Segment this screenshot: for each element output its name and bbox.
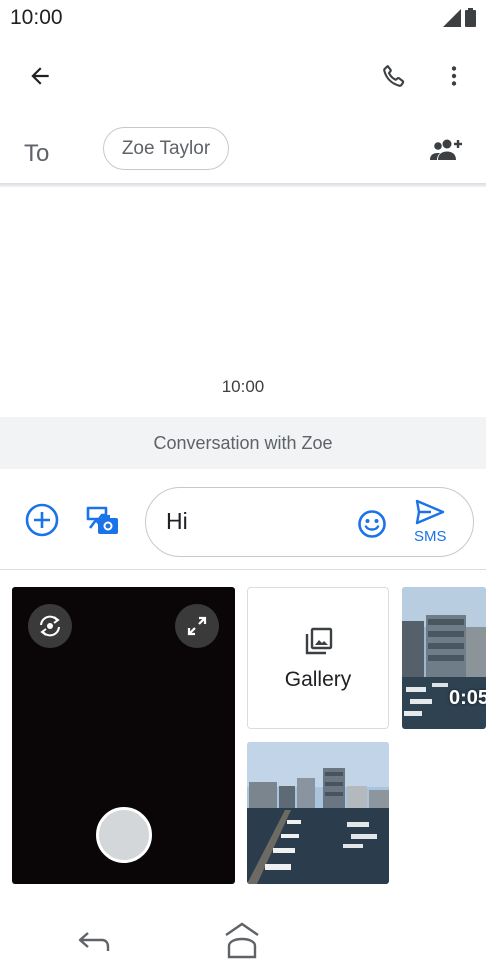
recipient-row: To Zoe Taylor [0, 118, 486, 184]
nav-back-icon [78, 932, 110, 951]
add-attachment-button[interactable] [20, 498, 64, 542]
switch-camera-icon [40, 615, 60, 637]
fullscreen-button[interactable] [175, 604, 219, 648]
shutter-button[interactable] [96, 807, 152, 863]
status-time: 10:00 [10, 6, 63, 29]
photo-camera-icon [86, 506, 118, 534]
video-duration: 0:05 [449, 687, 486, 709]
switch-camera-button[interactable] [28, 604, 72, 648]
battery-icon [465, 8, 476, 27]
emoji-icon [358, 510, 386, 538]
add-circle-icon [25, 503, 59, 537]
header-divider [0, 183, 486, 187]
send-sms-label[interactable]: SMS [414, 528, 447, 545]
emoji-button[interactable] [352, 504, 392, 544]
camera-preview[interactable] [12, 587, 235, 884]
more-vert-icon [451, 66, 457, 86]
phone-icon [383, 65, 405, 87]
compose-row: Hi SMS [0, 480, 486, 564]
add-recipient-button[interactable] [422, 127, 470, 175]
group-add-icon [430, 139, 462, 160]
message-text[interactable]: Hi [166, 508, 188, 535]
nav-back-button[interactable] [70, 918, 118, 962]
to-label: To [24, 140, 50, 167]
app-bar [0, 40, 486, 110]
call-button[interactable] [370, 52, 418, 100]
more-options-button[interactable] [430, 52, 478, 100]
nav-home-button[interactable] [218, 916, 266, 964]
send-icon [415, 499, 445, 525]
back-button[interactable] [16, 52, 64, 100]
navigation-bar [0, 912, 486, 972]
signal-icon [443, 8, 461, 27]
message-timestamp: 10:00 [221, 377, 265, 396]
photo-thumbnail[interactable] [247, 742, 389, 884]
status-bar: 10:00 [0, 0, 486, 36]
harbor-photo-image [247, 742, 389, 884]
recipient-chip[interactable]: Zoe Taylor [103, 127, 229, 170]
arrow-back-icon [31, 67, 49, 85]
gallery-button[interactable]: Gallery [247, 587, 389, 729]
gallery-label: Gallery [284, 668, 352, 691]
gallery-camera-button[interactable] [80, 498, 124, 542]
send-button[interactable] [412, 496, 448, 528]
compose-divider [0, 569, 486, 570]
status-icons [443, 8, 476, 27]
message-input[interactable]: Hi SMS [145, 487, 474, 557]
nav-home-icon [225, 922, 259, 959]
photo-library-icon [305, 627, 333, 655]
video-thumbnail[interactable]: 0:05 [402, 587, 486, 729]
conversation-banner: Conversation with Zoe [0, 417, 486, 469]
fullscreen-icon [187, 616, 207, 636]
